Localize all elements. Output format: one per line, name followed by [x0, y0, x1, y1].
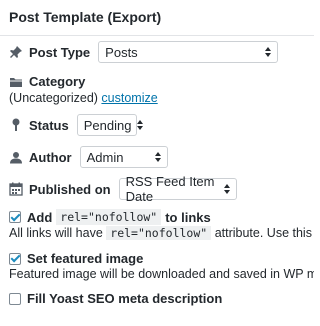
category-value-line: (Uncategorized) customize: [9, 91, 314, 105]
featured-image-row: Set featured image: [9, 251, 314, 266]
yoast-label: Fill Yoast SEO meta description: [27, 291, 223, 306]
select-arrows-icon: [154, 152, 161, 162]
post-type-select[interactable]: Posts: [98, 41, 279, 63]
status-select[interactable]: Pending: [76, 114, 144, 136]
published-on-row: Published on RSS Feed Item Date: [9, 174, 314, 204]
nofollow-description: All links will have rel="nofollow" attri…: [9, 226, 314, 240]
status-value: Pending: [83, 117, 132, 133]
post-template-panel: Post Template (Export) Post Type Posts C…: [0, 0, 314, 326]
category-row: Category: [9, 74, 314, 89]
author-row: Author Admin: [9, 146, 314, 168]
nofollow-label-post: to links: [165, 209, 211, 225]
post-type-row: Post Type Posts: [9, 41, 314, 63]
customize-link[interactable]: customize: [101, 91, 157, 105]
pin-icon: [9, 45, 23, 59]
calendar-icon: [9, 182, 23, 196]
nofollow-code: rel="nofollow": [56, 209, 162, 225]
panel-title: Post Template (Export): [0, 0, 314, 36]
nofollow-desc-code: rel="nofollow": [106, 226, 212, 240]
nofollow-row: Add rel="nofollow" to links: [9, 209, 314, 225]
featured-image-label: Set featured image: [27, 251, 144, 266]
category-label: Category: [29, 74, 86, 89]
nofollow-desc-pre: All links will have: [9, 226, 103, 240]
published-on-select[interactable]: RSS Feed Item Date: [118, 174, 237, 204]
map-pin-icon: [9, 118, 23, 132]
category-value: (Uncategorized): [9, 91, 98, 105]
user-icon: [9, 150, 23, 164]
folder-icon: [9, 75, 23, 89]
status-row: Status Pending: [9, 114, 314, 136]
select-arrows-icon: [265, 47, 272, 57]
published-on-label: Published on: [29, 181, 111, 197]
author-select[interactable]: Admin: [79, 146, 168, 168]
yoast-checkbox[interactable]: [9, 292, 21, 305]
featured-image-checkbox[interactable]: [9, 252, 21, 265]
post-type-label: Post Type: [29, 44, 91, 60]
post-type-value: Posts: [105, 44, 138, 60]
status-label: Status: [29, 117, 69, 133]
select-arrows-icon: [223, 184, 230, 194]
author-value: Admin: [86, 149, 124, 165]
published-on-value: RSS Feed Item Date: [125, 174, 215, 204]
yoast-row: Fill Yoast SEO meta description: [9, 291, 314, 306]
featured-image-description: Featured image will be downloaded and sa…: [9, 267, 314, 281]
nofollow-desc-post: attribute. Use this option only: [214, 226, 314, 240]
nofollow-label-pre: Add: [27, 209, 53, 225]
author-label: Author: [29, 149, 72, 165]
select-arrows-icon: [137, 120, 144, 130]
nofollow-checkbox[interactable]: [9, 211, 21, 223]
